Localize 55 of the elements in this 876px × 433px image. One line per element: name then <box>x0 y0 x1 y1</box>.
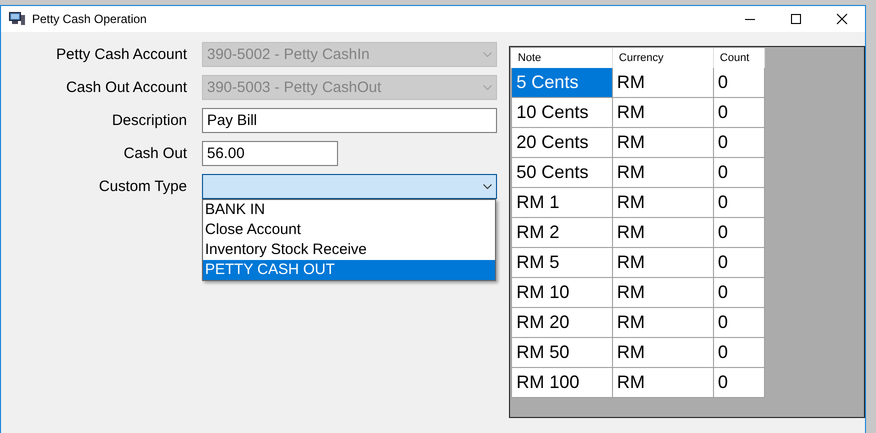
table-cell[interactable]: 0 <box>713 248 764 278</box>
table-cell[interactable]: 0 <box>713 308 764 338</box>
text-field[interactable]: 56.00 <box>202 141 338 166</box>
column-header[interactable]: Count <box>713 48 764 68</box>
table-cell[interactable]: RM <box>612 128 714 158</box>
dropdown-option[interactable]: Close Account <box>203 220 495 240</box>
table-cell[interactable]: 0 <box>713 368 764 398</box>
field-label: Description <box>110 112 187 129</box>
table-cell[interactable]: 50 Cents <box>512 158 612 188</box>
table-cell[interactable]: RM <box>612 188 714 218</box>
table-cell[interactable]: 20 Cents <box>512 128 612 158</box>
chevron-down-icon <box>483 85 492 90</box>
table-cell[interactable]: RM <box>612 248 714 278</box>
table-cell[interactable]: RM 5 <box>512 248 612 278</box>
field-label: Cash Out Account <box>65 79 187 96</box>
field-label: Petty Cash Account <box>55 46 187 63</box>
close-icon <box>836 13 848 25</box>
table-cell[interactable]: RM 1 <box>512 188 612 218</box>
table-cell[interactable]: RM <box>612 278 714 308</box>
window-title: Petty Cash Operation <box>32 12 148 26</box>
table-cell[interactable]: 0 <box>713 128 764 158</box>
table-cell[interactable]: RM <box>612 68 714 98</box>
table-cell[interactable]: RM 50 <box>512 338 612 368</box>
maximize-icon <box>790 13 802 25</box>
table-cell[interactable]: 0 <box>713 188 764 218</box>
table-cell[interactable]: RM 20 <box>512 308 612 338</box>
dropdown-option[interactable]: BANK IN <box>203 200 495 220</box>
table-cell[interactable]: RM 100 <box>512 368 612 398</box>
app-icon <box>9 12 26 26</box>
field-label: Custom Type <box>98 178 187 195</box>
table-cell[interactable]: RM <box>612 308 714 338</box>
table-cell[interactable]: 0 <box>713 158 764 188</box>
table-cell[interactable]: 0 <box>713 278 764 308</box>
table-cell[interactable]: RM <box>612 368 714 398</box>
column-header[interactable]: Note <box>512 48 612 68</box>
table-cell[interactable]: RM <box>612 98 714 128</box>
table-cell[interactable]: 0 <box>713 68 764 98</box>
table-cell[interactable]: RM 2 <box>512 218 612 248</box>
text-field[interactable]: Pay Bill <box>202 108 497 133</box>
table-cell[interactable]: 5 Cents <box>512 68 612 98</box>
dropdown-option[interactable]: PETTY CASH OUT <box>203 260 495 280</box>
column-header[interactable]: Currency <box>612 48 714 68</box>
table-cell[interactable]: 0 <box>713 218 764 248</box>
table-cell[interactable]: 0 <box>713 338 764 368</box>
table-cell[interactable]: 0 <box>713 98 764 128</box>
table-cell[interactable]: RM 10 <box>512 278 612 308</box>
dropdown-option[interactable]: Inventory Stock Receive <box>203 240 495 260</box>
chevron-down-icon <box>483 184 492 189</box>
table-cell[interactable]: RM <box>612 218 714 248</box>
table-cell[interactable]: RM <box>612 158 714 188</box>
dropdown-field[interactable] <box>202 174 497 199</box>
table-cell[interactable]: RM <box>612 338 714 368</box>
table-cell[interactable]: 10 Cents <box>512 98 612 128</box>
chevron-down-icon <box>483 52 492 57</box>
field-label: Cash Out <box>122 145 187 162</box>
